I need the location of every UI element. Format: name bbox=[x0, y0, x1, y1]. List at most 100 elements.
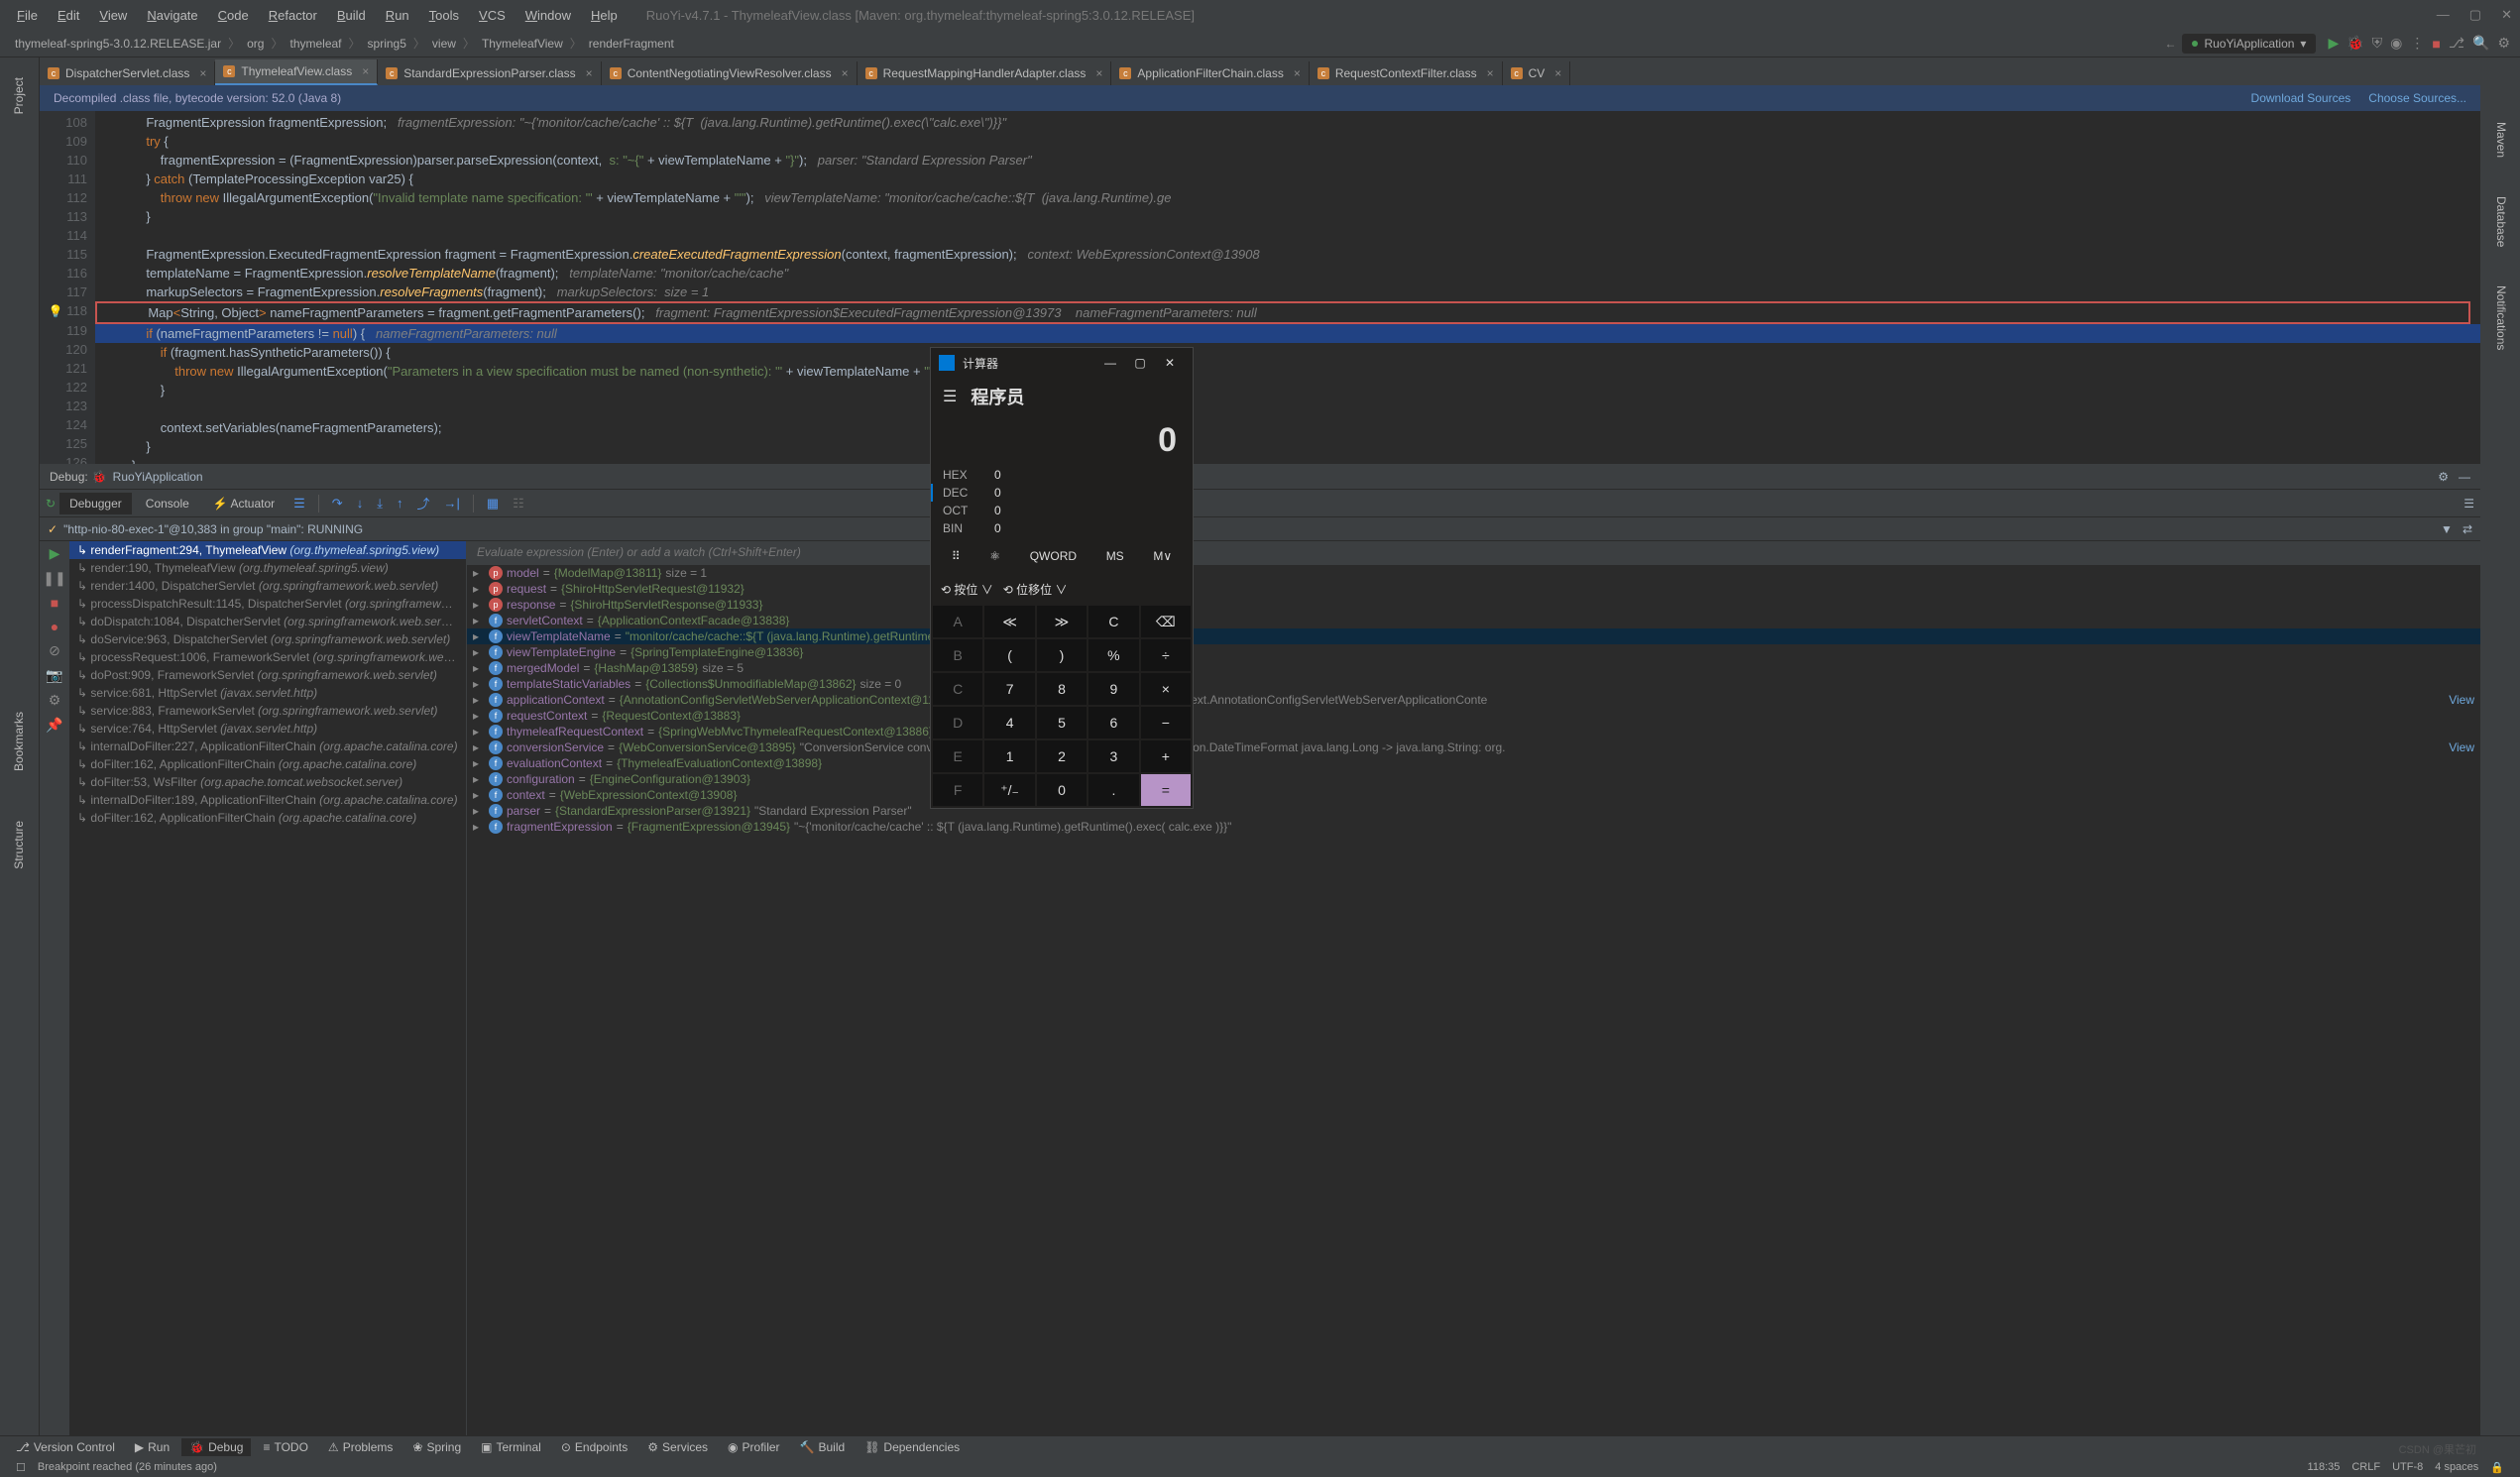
run-to-cursor-icon[interactable]: →| bbox=[438, 493, 464, 513]
calc-key-9[interactable]: 9 bbox=[1088, 673, 1138, 705]
bottom-tab-version-control[interactable]: ⎇ Version Control bbox=[8, 1438, 123, 1456]
calculator-window[interactable]: 计算器 — ▢ ✕ ☰ 程序员 0 HEX0DEC0OCT0BIN0 ⠿⚛QWO… bbox=[930, 347, 1194, 809]
variable-row[interactable]: ▸f viewTemplateName = "monitor/cache/cac… bbox=[467, 628, 2480, 644]
calc-key-E[interactable]: E bbox=[933, 740, 982, 772]
bottom-tab-run[interactable]: ▶ Run bbox=[127, 1438, 177, 1456]
variable-row[interactable]: ▸f fragmentExpression = {FragmentExpress… bbox=[467, 819, 2480, 835]
calc-key-7[interactable]: 7 bbox=[984, 673, 1034, 705]
menu-edit[interactable]: Edit bbox=[49, 5, 88, 26]
menu-vcs[interactable]: VCS bbox=[470, 5, 515, 26]
variable-row[interactable]: ▸p model = {ModelMap@13811} size = 1 bbox=[467, 565, 2480, 581]
menu-tools[interactable]: Tools bbox=[420, 5, 468, 26]
calc-key-⁺/₋[interactable]: ⁺/₋ bbox=[984, 774, 1034, 806]
variable-row[interactable]: ▸f context = {WebExpressionContext@13908… bbox=[467, 787, 2480, 803]
bottom-tab-todo[interactable]: ≡ TODO bbox=[255, 1438, 315, 1456]
step-over-icon[interactable]: ↷ bbox=[327, 493, 348, 514]
breadcrumb-item[interactable]: ThymeleafView bbox=[477, 35, 568, 53]
run-icon[interactable]: ▶ bbox=[2328, 35, 2339, 52]
tab-close-icon[interactable]: × bbox=[1294, 66, 1301, 80]
structure-tool-button[interactable]: Structure bbox=[12, 811, 26, 879]
show-frames-icon[interactable]: ☰ bbox=[288, 493, 310, 514]
editor-tab[interactable]: cThymeleafView.class× bbox=[215, 59, 378, 85]
calc-word-btn[interactable]: M∨ bbox=[1145, 545, 1180, 567]
menu-run[interactable]: Run bbox=[377, 5, 418, 26]
minimize-panel-icon[interactable]: — bbox=[2459, 470, 2470, 484]
frames-list[interactable]: ↳ renderFragment:294, ThymeleafView (org… bbox=[69, 541, 466, 1435]
bottom-tab-problems[interactable]: ⚠ Problems bbox=[320, 1438, 401, 1456]
caret-position[interactable]: 118:35 bbox=[2308, 1461, 2341, 1473]
calc-bitop-btn[interactable]: ⟲ 位移位 ∨ bbox=[1003, 581, 1068, 598]
search-icon[interactable]: 🔍 bbox=[2472, 35, 2489, 52]
variable-row[interactable]: ▸f requestContext = {RequestContext@1388… bbox=[467, 708, 2480, 724]
variable-row[interactable]: ▸f configuration = {EngineConfiguration@… bbox=[467, 771, 2480, 787]
gear-icon[interactable]: ⚙ bbox=[2438, 470, 2449, 484]
calc-key-5[interactable]: 5 bbox=[1037, 707, 1087, 738]
file-encoding[interactable]: UTF-8 bbox=[2392, 1461, 2423, 1473]
run-config-selector[interactable]: RuoYiApplication ▾ bbox=[2182, 34, 2316, 54]
code-area[interactable]: FragmentExpression fragmentExpression; f… bbox=[95, 111, 2480, 464]
calc-maximize-icon[interactable]: ▢ bbox=[1125, 356, 1155, 370]
line-separator[interactable]: CRLF bbox=[2351, 1461, 2380, 1473]
editor-tab[interactable]: cStandardExpressionParser.class× bbox=[378, 61, 601, 85]
resume-icon[interactable]: ▶ bbox=[50, 545, 60, 562]
stack-frame[interactable]: ↳ renderFragment:294, ThymeleafView (org… bbox=[69, 541, 466, 559]
menu-help[interactable]: Help bbox=[582, 5, 627, 26]
stack-frame[interactable]: ↳ internalDoFilter:227, ApplicationFilte… bbox=[69, 738, 466, 755]
debug-thread-row[interactable]: ✓ "http-nio-80-exec-1"@10,383 in group "… bbox=[40, 517, 2480, 541]
editor-tab[interactable]: cContentNegotiatingViewResolver.class× bbox=[602, 61, 858, 85]
calc-key-6[interactable]: 6 bbox=[1088, 707, 1138, 738]
nav-prev-icon[interactable]: ← bbox=[2164, 37, 2176, 51]
menu-navigate[interactable]: Navigate bbox=[138, 5, 206, 26]
variable-row[interactable]: ▸p response = {ShiroHttpServletResponse@… bbox=[467, 597, 2480, 613]
view-link[interactable]: View bbox=[2449, 740, 2474, 754]
menu-code[interactable]: Code bbox=[209, 5, 258, 26]
more-icon[interactable]: ⋮ bbox=[2410, 35, 2424, 52]
stack-frame[interactable]: ↳ service:883, FrameworkServlet (org.spr… bbox=[69, 702, 466, 720]
stack-frame[interactable]: ↳ doFilter:53, WsFilter (org.apache.tomc… bbox=[69, 773, 466, 791]
threads-icon[interactable]: ☰ bbox=[2463, 497, 2474, 511]
bottom-tab-dependencies[interactable]: ⛓ Dependencies bbox=[857, 1438, 968, 1456]
maximize-icon[interactable]: ▢ bbox=[2469, 7, 2481, 23]
variable-row[interactable]: ▸f templateStaticVariables = {Collection… bbox=[467, 676, 2480, 692]
filter-icon[interactable]: ▼ bbox=[2441, 522, 2453, 536]
calc-key-A[interactable]: A bbox=[933, 606, 982, 637]
rerun-icon[interactable]: ↻ bbox=[46, 497, 56, 511]
breadcrumb-item[interactable]: spring5 bbox=[363, 35, 411, 53]
calc-base-hex[interactable]: HEX0 bbox=[943, 466, 1181, 484]
tab-close-icon[interactable]: × bbox=[1095, 66, 1102, 80]
variable-row[interactable]: ▸p request = {ShiroHttpServletRequest@11… bbox=[467, 581, 2480, 597]
bottom-tab-terminal[interactable]: ▣ Terminal bbox=[473, 1438, 549, 1456]
calc-key-+[interactable]: + bbox=[1141, 740, 1191, 772]
variable-row[interactable]: ▸f conversionService = {WebConversionSer… bbox=[467, 739, 2480, 755]
thread-layout-icon[interactable]: ⇄ bbox=[2463, 522, 2472, 536]
calc-key-0[interactable]: 0 bbox=[1037, 774, 1087, 806]
breadcrumb-item[interactable]: renderFragment bbox=[584, 35, 679, 53]
calc-key-.[interactable]: . bbox=[1088, 774, 1138, 806]
calc-key-8[interactable]: 8 bbox=[1037, 673, 1087, 705]
drop-frame-icon[interactable]: ⤴ bbox=[411, 491, 434, 515]
force-step-into-icon[interactable]: ⤓ bbox=[372, 493, 388, 514]
settings-debug-icon[interactable]: ⚙ bbox=[49, 692, 61, 709]
tab-close-icon[interactable]: × bbox=[1554, 66, 1561, 80]
coverage-icon[interactable]: ⛨ bbox=[2372, 35, 2383, 52]
view-link[interactable]: View bbox=[2449, 693, 2474, 707]
calc-close-icon[interactable]: ✕ bbox=[1155, 356, 1185, 370]
breadcrumb-item[interactable]: view bbox=[427, 35, 461, 53]
stack-frame[interactable]: ↳ doDispatch:1084, DispatcherServlet (or… bbox=[69, 613, 466, 630]
git-icon[interactable]: ⎇ bbox=[2449, 35, 2464, 52]
calc-key-≫[interactable]: ≫ bbox=[1037, 606, 1087, 637]
breadcrumb-item[interactable]: thymeleaf bbox=[285, 35, 346, 53]
calc-key-⌫[interactable]: ⌫ bbox=[1141, 606, 1191, 637]
tab-close-icon[interactable]: × bbox=[199, 66, 206, 80]
stack-frame[interactable]: ↳ doFilter:162, ApplicationFilterChain (… bbox=[69, 809, 466, 827]
calc-key-B[interactable]: B bbox=[933, 639, 982, 671]
editor-tab[interactable]: cCV× bbox=[1503, 61, 1571, 85]
stack-frame[interactable]: ↳ render:190, ThymeleafView (org.thymele… bbox=[69, 559, 466, 577]
bottom-tab-debug[interactable]: 🐞 Debug bbox=[181, 1438, 251, 1456]
profile-icon[interactable]: ◉ bbox=[2390, 35, 2402, 52]
editor-tab[interactable]: cRequestContextFilter.class× bbox=[1310, 61, 1503, 85]
stack-frame[interactable]: ↳ render:1400, DispatcherServlet (org.sp… bbox=[69, 577, 466, 595]
calc-key-%[interactable]: % bbox=[1088, 639, 1138, 671]
tab-close-icon[interactable]: × bbox=[362, 64, 369, 78]
calc-key-4[interactable]: 4 bbox=[984, 707, 1034, 738]
